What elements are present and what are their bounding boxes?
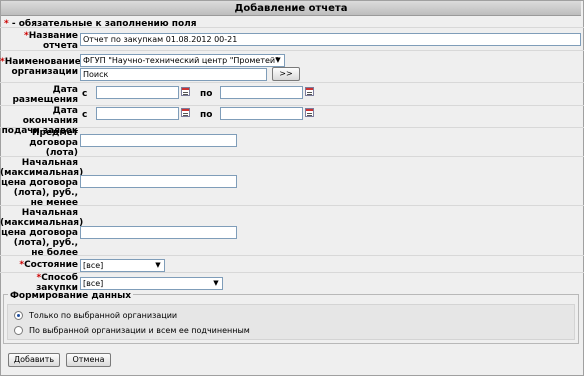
purchase-method-label: *Способ закупки: [36, 273, 78, 293]
state-select[interactable]: [все] ▼: [80, 259, 165, 272]
placement-date-to-input[interactable]: [220, 86, 303, 99]
radio-button-checked[interactable]: [14, 311, 23, 320]
organization-selected: ФГУП "Научно-технический центр "Прометей…: [83, 56, 279, 65]
organization-search-button[interactable]: >>: [272, 67, 300, 81]
calendar-icon[interactable]: [181, 87, 190, 96]
chevron-down-icon: ▼: [155, 261, 161, 269]
calendar-icon[interactable]: [305, 87, 314, 96]
deadline-date-to-input[interactable]: [220, 107, 303, 120]
deadline-date-to-label: по: [200, 110, 213, 120]
radio-label: По выбранной организации и всем ее подчи…: [29, 326, 250, 335]
chevron-down-icon: ▼: [275, 56, 281, 64]
price-min-label: Начальная (максимальная) цена договора (…: [0, 158, 84, 208]
state-row: *Состояние [все] ▼: [0, 255, 584, 272]
radio-label: Только по выбранной организации: [29, 311, 178, 320]
price-max-row: Начальная (максимальная) цена договора (…: [0, 205, 584, 258]
purchase-method-selected: [все]: [83, 279, 104, 288]
price-min-input[interactable]: [80, 175, 237, 188]
placement-date-from-input[interactable]: [96, 86, 179, 99]
radio-button[interactable]: [14, 326, 23, 335]
organization-select[interactable]: ФГУП "Научно-технический центр "Прометей…: [80, 54, 285, 67]
price-min-row: Начальная (максимальная) цена договора (…: [0, 156, 584, 208]
price-max-input[interactable]: [80, 226, 237, 239]
organization-label: *Наименование организации: [0, 57, 81, 77]
add-button[interactable]: Добавить: [8, 353, 60, 367]
data-forming-legend: Формирование данных: [8, 291, 134, 301]
calendar-icon[interactable]: [181, 108, 190, 117]
cancel-button[interactable]: Отмена: [66, 353, 111, 367]
placement-date-to-label: по: [200, 89, 213, 99]
placement-date-from-label: с: [82, 89, 88, 99]
price-max-label: Начальная (максимальная) цена договора (…: [0, 208, 84, 258]
chevron-down-icon: ▼: [213, 279, 219, 287]
contract-subject-input[interactable]: [80, 134, 237, 147]
placement-date-row: Дата размещения с по: [0, 82, 584, 105]
report-name-input[interactable]: Отчет по закупкам 01.08.2012 00-21: [80, 33, 581, 46]
organization-row: *Наименование организации ФГУП "Научно-т…: [0, 50, 584, 82]
state-selected: [все]: [83, 261, 104, 270]
report-name-label: *Название отчета: [24, 31, 78, 51]
contract-subject-row: Предмет договора (лота): [0, 127, 584, 158]
deadline-date-row: Дата окончания подачи заявок с по: [0, 105, 584, 136]
contract-subject-label: Предмет договора (лота): [29, 128, 78, 158]
calendar-icon[interactable]: [305, 108, 314, 117]
deadline-date-from-input[interactable]: [96, 107, 179, 120]
organization-search-input[interactable]: Поиск: [80, 68, 267, 81]
purchase-method-select[interactable]: [все] ▼: [80, 277, 223, 290]
deadline-date-from-label: с: [82, 110, 88, 120]
report-name-row: *Название отчета Отчет по закупкам 01.08…: [0, 27, 584, 51]
form-title: Добавление отчета: [1, 1, 581, 16]
placement-date-label: Дата размещения: [12, 85, 78, 105]
purchase-method-row: *Способ закупки [все] ▼: [0, 272, 584, 293]
state-label: *Состояние: [19, 260, 78, 270]
